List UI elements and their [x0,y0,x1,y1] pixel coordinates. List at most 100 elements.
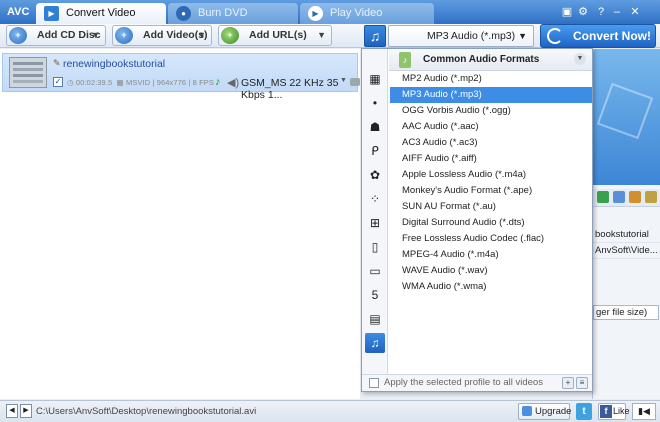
tab-burn-dvd[interactable]: ● Burn DVD [168,3,298,24]
add-urls-label: Add URL(s) [249,29,307,41]
format-item[interactable]: OGG Vorbis Audio (*.ogg) [390,103,592,119]
chevron-down-icon[interactable]: ▼ [574,53,586,65]
film-icon[interactable]: ▤ [365,309,385,329]
format-item[interactable]: WMA Audio (*.wma) [390,279,592,295]
music-note-icon[interactable]: ♫ [365,333,385,353]
add-profile-icon[interactable]: + [562,377,574,389]
audio-file-icon: ♪ [399,52,411,68]
disc-add-icon: + [9,27,27,44]
globe-add-icon: + [221,27,239,44]
status-bar: ◀ ▶ C:\Users\AnvSoft\Desktop\renewingboo… [0,400,660,422]
format-item[interactable]: Monkey's Audio Format (*.ape) [390,183,592,199]
toggle-panel-icon[interactable]: ▶ [20,404,32,418]
video-preview [593,49,660,185]
crop-icon[interactable] [613,191,625,203]
file-name: renewingbookstutorial [63,58,166,70]
tab-label: Burn DVD [198,7,248,19]
file-path: C:\Users\AnvSoft\Desktop\renewingbookstu… [36,406,257,417]
add-videos-button[interactable]: + Add Video(s) ▼ [112,25,212,46]
tab-label: Convert Video [66,7,136,19]
file-fps: 8 FPS [192,78,214,87]
format-item[interactable]: Digital Surround Audio (*.dts) [390,215,592,231]
output-profile-select[interactable]: MP3 Audio (*.mp3) ▼ [388,25,534,47]
play-icon: ▶ [308,6,323,21]
format-item[interactable]: MPEG-4 Audio (*.m4a) [390,247,592,263]
format-item[interactable]: Apple Lossless Audio (*.m4a) [390,167,592,183]
cut-icon[interactable] [597,191,609,203]
windows-icon[interactable]: ⊞ [365,213,385,233]
blackberry-icon[interactable]: ⁘ [365,189,385,209]
chevron-down-icon[interactable]: ▼ [91,26,100,45]
settings-icon[interactable]: ⚙ [576,5,590,19]
chevron-down-icon[interactable]: ▼ [197,26,206,45]
file-row[interactable]: ✎ renewingbookstutorial ✓ ◷ 00:02:39.5 ▦… [2,53,360,101]
apply-all-checkbox[interactable] [369,378,379,388]
html5-icon[interactable]: 5 [365,285,385,305]
format-category-title: Common Audio Formats [423,54,540,65]
tab-play-video[interactable]: ▶ Play Video [300,3,434,24]
file-resolution: 964x776 [156,78,187,87]
close-button[interactable]: ✕ [628,5,642,19]
format-item[interactable]: AIFF Audio (*.aiff) [390,151,592,167]
chevron-down-icon: ▼ [518,31,527,41]
file-list: ✎ renewingbookstutorial ✓ ◷ 00:02:39.5 ▦… [0,49,360,399]
file-duration: 00:02:39.5 [75,78,113,87]
output-filename: bookstutorial [593,227,660,243]
chevron-down-icon[interactable]: ▼ [340,77,347,84]
quality-select[interactable]: ger file size) [593,305,659,320]
upgrade-button[interactable]: Upgrade [518,403,572,420]
tab-convert-video[interactable]: ▶ Convert Video [36,3,166,24]
format-item[interactable]: SUN AU Format (*.au) [390,199,592,215]
app-logo: AVC [7,6,30,18]
playstation-icon[interactable]: ᑭ [365,141,385,161]
file-metadata: ◷ 00:02:39.5 ▦ MSVID | 964x776 | 8 FPS [67,78,214,87]
format-category-header[interactable]: ♪ Common Audio Formats ▼ [389,49,592,71]
facebook-icon: f [600,405,612,418]
rename-pencil-icon[interactable]: ✎ [53,58,61,68]
facebook-like-button[interactable]: f Like [598,403,630,420]
format-item[interactable]: AAC Audio (*.aac) [390,119,592,135]
format-item[interactable]: Free Lossless Audio Codec (.flac) [390,231,592,247]
refresh-icon [547,28,563,44]
format-item[interactable]: AC3 Audio (*.ac3) [390,135,592,151]
twitter-icon[interactable]: t [576,403,592,420]
help-icon[interactable]: ? [594,5,608,19]
minimize-button[interactable]: – [610,5,624,19]
audio-note-icon: ♪ [215,76,221,88]
film-add-icon: + [115,27,133,44]
toggle-panel-icon[interactable]: ◀ [6,404,18,418]
file-checkbox[interactable]: ✓ [53,77,63,87]
magic-wand-icon[interactable] [645,191,657,203]
huawei-icon[interactable]: ✿ [365,165,385,185]
output-folder[interactable]: AnvSoft\Vide... [593,243,660,259]
right-panel: bookstutorial AnvSoft\Vide... ger file s… [592,49,660,399]
edit-tools [593,189,660,207]
profile-dropdown: ▦ • ☗ ᑭ ✿ ⁘ ⊞ ▯ ▭ 5 ▤ ♫ ♪ Common Audio Formats ▼ MP… [361,48,593,392]
tv-icon[interactable]: ▭ [365,261,385,281]
profile-category-button[interactable]: ♫ [364,25,386,47]
convert-icon: ▶ [44,6,59,21]
format-item[interactable]: WAVE Audio (*.wav) [390,263,592,279]
upgrade-icon [522,406,532,416]
convert-now-button[interactable]: Convert Now! [540,24,656,48]
format-item[interactable]: MP3 Audio (*.mp3) [390,87,592,103]
log-toggle-button[interactable]: ▮◀ [632,403,656,420]
add-cd-disc-button[interactable]: + Add CD Disc ▼ [6,25,106,46]
chevron-down-icon[interactable]: ▼ [317,26,326,45]
convert-label: Convert Now! [573,29,651,43]
apple-icon[interactable]: • [365,93,385,113]
upgrade-label: Upgrade [535,406,572,417]
edit-profile-icon[interactable]: ≡ [576,377,588,389]
effect-icon[interactable] [629,191,641,203]
format-item[interactable]: MP2 Audio (*.mp2) [390,71,592,87]
skin-icon[interactable]: ▣ [560,5,574,19]
subtitle-icon[interactable] [350,78,360,86]
apply-all-label: Apply the selected profile to all videos [384,377,543,388]
add-urls-button[interactable]: + Add URL(s) ▼ [218,25,332,46]
android-icon[interactable]: ☗ [365,117,385,137]
mobile-phone-icon[interactable]: ▯ [365,237,385,257]
all-profiles-icon[interactable]: ▦ [365,69,385,89]
title-bar: AVC ▶ Convert Video ● Burn DVD ▶ Play Vi… [0,0,660,24]
tab-label: Play Video [330,7,383,19]
profile-select-value: MP3 Audio (*.mp3) [427,30,516,42]
